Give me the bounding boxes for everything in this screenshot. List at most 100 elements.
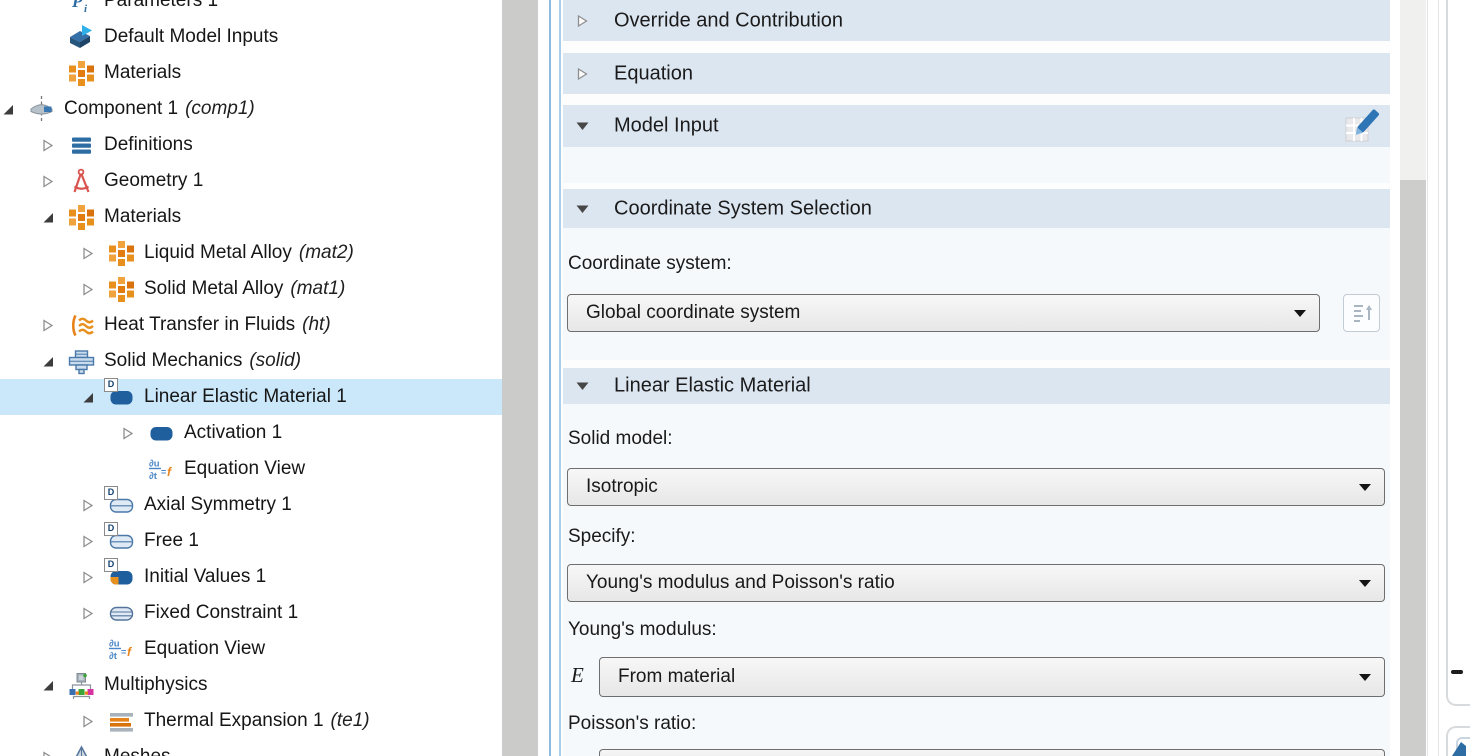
section-title: Linear Elastic Material bbox=[614, 375, 811, 398]
tree-item-thermal-expansion-1[interactable]: Thermal Expansion 1(te1) bbox=[0, 703, 502, 739]
partial-logo-icon bbox=[1451, 740, 1469, 756]
default-node-badge: D bbox=[104, 486, 118, 500]
coordinate-system-value: Global coordinate system bbox=[586, 302, 800, 324]
section-title: Equation bbox=[614, 62, 693, 85]
tree-expanded-arrow-icon[interactable] bbox=[2, 103, 28, 116]
heat-transfer-icon bbox=[68, 312, 95, 339]
tree-item-label: Equation View bbox=[144, 638, 265, 660]
tree-expanded-arrow-icon[interactable] bbox=[82, 391, 108, 404]
tree-item-solid-mechanics[interactable]: Solid Mechanics(solid) bbox=[0, 343, 502, 379]
collapsed-arrow-icon bbox=[576, 14, 589, 27]
go-to-source-button[interactable] bbox=[1343, 294, 1380, 332]
tree-item-label: Free 1 bbox=[144, 530, 199, 552]
tree-item-label: Initial Values 1 bbox=[144, 566, 266, 588]
panel-divider-line bbox=[559, 0, 561, 756]
definitions-icon bbox=[68, 132, 95, 159]
tree-item-label: Solid Metal Alloy bbox=[144, 278, 283, 300]
section-linear-elastic-material[interactable]: Linear Elastic Material bbox=[563, 368, 1390, 404]
poissons-ratio-label: Poisson's ratio: bbox=[568, 713, 696, 735]
panel-divider-line bbox=[549, 0, 551, 756]
tree-item-solid-metal-alloy[interactable]: Solid Metal Alloy (mat1) bbox=[0, 271, 502, 307]
tree-collapsed-arrow-icon[interactable] bbox=[82, 283, 108, 296]
tree-item-equation-view[interactable]: ∂u∂t=fEquation View bbox=[0, 631, 502, 667]
collapsed-arrow-icon bbox=[576, 67, 589, 80]
specify-select[interactable]: Young's modulus and Poisson's ratio bbox=[567, 564, 1385, 602]
section-coordinate-system-selection[interactable]: Coordinate System Selection bbox=[563, 189, 1390, 228]
svg-text:=: = bbox=[121, 647, 126, 657]
tree-item-parameters-1[interactable]: PiParameters 1 bbox=[0, 0, 502, 19]
tree-collapsed-arrow-icon[interactable] bbox=[82, 535, 108, 548]
tree-item-linear-elastic-material-1[interactable]: D Linear Elastic Material 1 bbox=[0, 379, 502, 415]
tree-item-default-model-inputs[interactable]: Default Model Inputs bbox=[0, 19, 502, 55]
tree-collapsed-arrow-icon[interactable] bbox=[42, 139, 68, 152]
tree-item-component-1[interactable]: Component 1 (comp1) bbox=[0, 91, 502, 127]
model-builder-tree: PiParameters 1 Default Model Inputs Materi… bbox=[0, 0, 502, 756]
expanded-arrow-icon bbox=[576, 120, 589, 133]
tree-item-heat-transfer-in-fluids[interactable]: Heat Transfer in Fluids(ht) bbox=[0, 307, 502, 343]
tree-item-tag: (solid) bbox=[249, 350, 301, 372]
tree-collapsed-arrow-icon[interactable] bbox=[42, 175, 68, 188]
default-node-badge: D bbox=[104, 522, 118, 536]
tree-item-equation-view[interactable]: ∂u∂t=f Equation View bbox=[0, 451, 502, 487]
tree-item-liquid-metal-alloy[interactable]: Liquid Metal Alloy(mat2) bbox=[0, 235, 502, 271]
tree-item-label: Linear Elastic Material 1 bbox=[144, 386, 347, 408]
section-model-input[interactable]: Model Input bbox=[563, 105, 1390, 147]
tree-item-label: Component 1 bbox=[64, 98, 178, 120]
youngs-modulus-select[interactable]: From material bbox=[599, 657, 1385, 697]
youngs-modulus-label: Young's modulus: bbox=[568, 619, 717, 641]
tree-expanded-arrow-icon[interactable] bbox=[42, 211, 68, 224]
tree-collapsed-arrow-icon[interactable] bbox=[82, 715, 108, 728]
tree-item-label: Activation 1 bbox=[184, 422, 282, 444]
tree-collapsed-arrow-icon[interactable] bbox=[42, 751, 68, 756]
tree-expanded-arrow-icon[interactable] bbox=[42, 355, 68, 368]
poissons-ratio-select[interactable] bbox=[599, 749, 1385, 756]
youngs-modulus-symbol: E bbox=[571, 663, 584, 688]
tree-item-initial-values-1[interactable]: DInitial Values 1 bbox=[0, 559, 502, 595]
materials-icon bbox=[68, 60, 95, 87]
materials-icon bbox=[108, 240, 135, 267]
tree-item-tag: (mat1) bbox=[290, 278, 345, 300]
panel-frame bbox=[1446, 0, 1470, 706]
solid-model-select[interactable]: Isotropic bbox=[567, 468, 1385, 506]
tree-item-multiphysics[interactable]: Multiphysics bbox=[0, 667, 502, 703]
tree-item-label: Axial Symmetry 1 bbox=[144, 494, 292, 516]
coordinate-system-select[interactable]: Global coordinate system bbox=[567, 294, 1320, 332]
tree-collapsed-arrow-icon[interactable] bbox=[82, 247, 108, 260]
equation-view-icon: ∂u∂t=f bbox=[148, 456, 175, 483]
default-node-badge: D bbox=[104, 378, 118, 392]
tree-item-label: Equation View bbox=[184, 458, 305, 480]
tree-item-activation-1[interactable]: Activation 1 bbox=[0, 415, 502, 451]
tree-item-materials[interactable]: Materials bbox=[0, 199, 502, 235]
tree-item-free-1[interactable]: D Free 1 bbox=[0, 523, 502, 559]
tree-item-label: Meshes bbox=[104, 746, 171, 756]
edit-model-inputs-icon[interactable] bbox=[1343, 108, 1379, 150]
tree-item-label: Thermal Expansion 1 bbox=[144, 710, 324, 732]
section-equation[interactable]: Equation bbox=[563, 53, 1390, 94]
tree-collapsed-arrow-icon[interactable] bbox=[122, 427, 148, 440]
settings-scrollbar-thumb[interactable] bbox=[1400, 180, 1426, 756]
tree-item-definitions[interactable]: Definitions bbox=[0, 127, 502, 163]
chevron-down-icon bbox=[1359, 580, 1371, 587]
tree-item-geometry-1[interactable]: Geometry 1 bbox=[0, 163, 502, 199]
linear-elastic-material-content: Solid model: Isotropic Specify: Young's … bbox=[563, 404, 1390, 756]
tree-collapsed-arrow-icon[interactable] bbox=[82, 499, 108, 512]
tree-item-tag: (ht) bbox=[302, 314, 331, 336]
tree-item-axial-symmetry-1[interactable]: D Axial Symmetry 1 bbox=[0, 487, 502, 523]
model-builder-scrollbar[interactable] bbox=[502, 0, 538, 756]
tree-item-tag: (comp1) bbox=[185, 98, 255, 120]
tree-expanded-arrow-icon[interactable] bbox=[42, 679, 68, 692]
svg-text:f: f bbox=[127, 645, 132, 659]
tree-collapsed-arrow-icon[interactable] bbox=[82, 571, 108, 584]
chevron-down-icon bbox=[1359, 674, 1371, 681]
tree-collapsed-arrow-icon[interactable] bbox=[82, 607, 108, 620]
tree-item-label: Default Model Inputs bbox=[104, 26, 278, 48]
section-override-and-contribution[interactable]: Override and Contribution bbox=[563, 0, 1390, 41]
tree-item-materials[interactable]: Materials bbox=[0, 55, 502, 91]
tree-item-meshes[interactable]: Meshes bbox=[0, 739, 502, 756]
tree-item-fixed-constraint-1[interactable]: Fixed Constraint 1 bbox=[0, 595, 502, 631]
tree-item-label: Materials bbox=[104, 206, 181, 228]
materials-icon bbox=[68, 204, 95, 231]
thermal-expansion-icon bbox=[108, 708, 135, 735]
section-title: Override and Contribution bbox=[614, 9, 843, 32]
tree-collapsed-arrow-icon[interactable] bbox=[42, 319, 68, 332]
